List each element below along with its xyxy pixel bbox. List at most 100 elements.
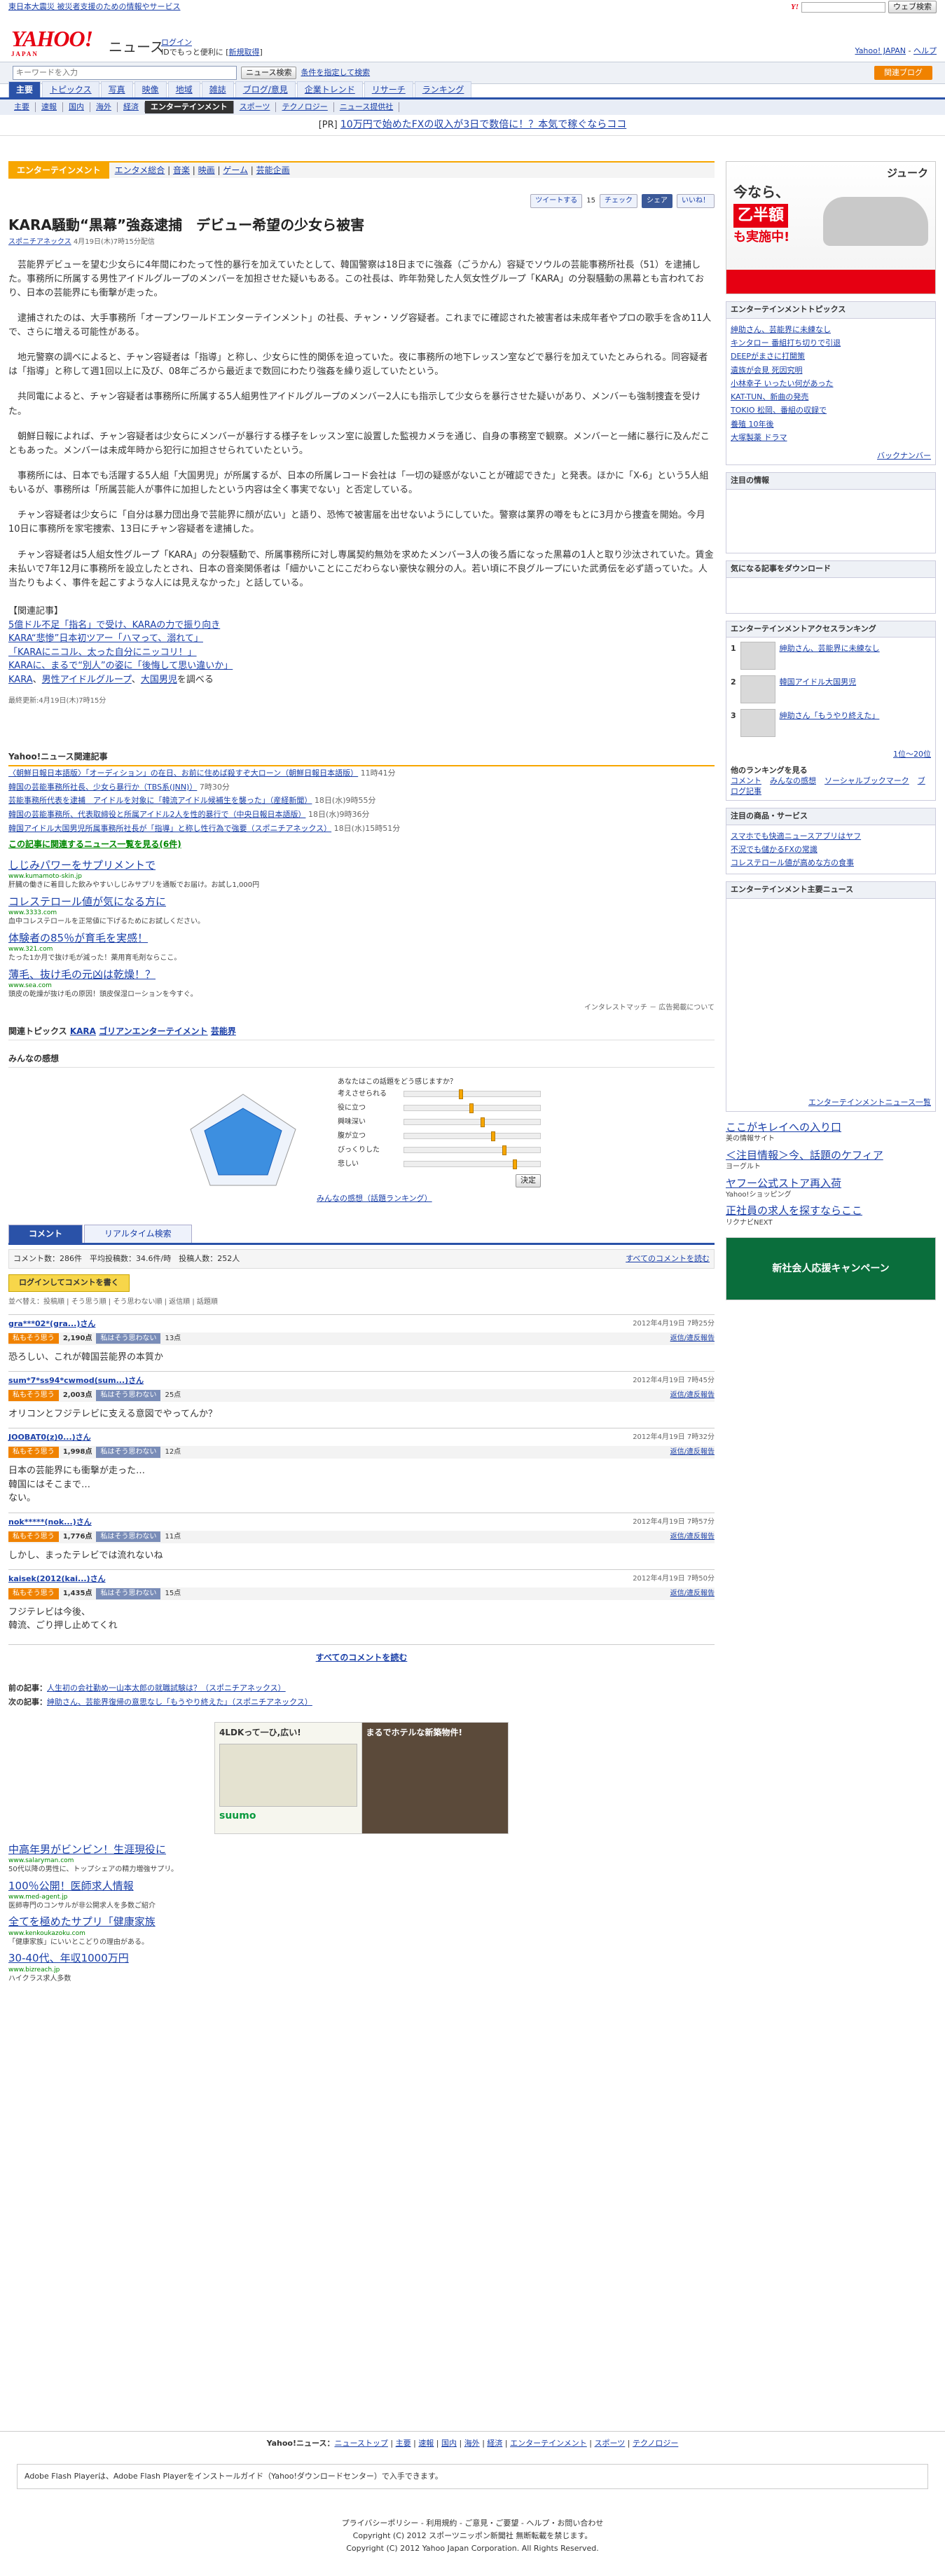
footer-nav-link[interactable]: 経済	[487, 2439, 502, 2448]
comment-tab[interactable]: リアルタイム検索	[84, 1225, 192, 1243]
topic-link[interactable]: 芸能界	[211, 1026, 236, 1036]
subnav-item[interactable]: スポーツ	[234, 102, 277, 113]
ad-title[interactable]: 薄毛、抜け毛の元凶は乾燥！？	[8, 967, 715, 982]
feel-ranking-link[interactable]: みんなの感想（話題ランキング）	[317, 1194, 432, 1203]
related-tag-link[interactable]: 大国男児	[141, 675, 177, 685]
rank-link[interactable]: 韓国アイドル大国男児	[780, 675, 856, 703]
other-ranking-link[interactable]: ソーシャルブックマーク	[825, 776, 909, 785]
prev-article-link[interactable]: 人生初の会社勤め一山本太郎の就職試験は？（スポニチアネックス）	[47, 1683, 286, 1693]
ad-title[interactable]: 体験者の85％が育毛を実感！	[8, 931, 715, 945]
category-link[interactable]: 芸能企画	[256, 165, 290, 175]
related-more-link[interactable]: この記事に関連するニュース一覧を見る(6件)	[8, 839, 181, 849]
related-tag-link[interactable]: 男性アイドルグループ	[42, 675, 132, 685]
sidebar-topic-link[interactable]: 大塚製薬 ドラマ	[731, 433, 787, 442]
yahoo-related-link[interactable]: 韓国アイドル大国男児所属事務所社長が「指導」と称し性行為で強要（スポニチアネック…	[8, 824, 331, 833]
feel-slider[interactable]	[403, 1089, 541, 1100]
rank-link[interactable]: 紳助さん「もうやり終えた」	[780, 709, 880, 737]
feel-slider[interactable]	[403, 1145, 541, 1156]
disaster-support-link[interactable]: 東日本大震災 被災者支援のための情報やサービス	[8, 2, 181, 13]
help-link[interactable]: ヘルプ	[913, 46, 937, 55]
subnav-item[interactable]: ニュース提供社	[334, 102, 400, 113]
category-link[interactable]: エンタメ総合	[115, 165, 165, 175]
sidebar-topic-link[interactable]: 小林幸子 いったい何があった	[731, 379, 834, 388]
disagree-button[interactable]: 私はそう思わない	[96, 1531, 161, 1543]
reply-link[interactable]: 返信/違反報告	[670, 1391, 715, 1400]
yahoo-related-link[interactable]: 韓国の芸能事務所、代表取締役と所属アイドル2人を性的暴行で（中央日報日本語版）	[8, 810, 305, 819]
comment-tab[interactable]: コメント	[8, 1225, 83, 1243]
feel-submit-button[interactable]: 決定	[516, 1173, 541, 1187]
footer-nav-link[interactable]: 国内	[441, 2439, 457, 2448]
show-all-comments-link[interactable]: すべてのコメントを読む	[626, 1254, 710, 1265]
ad-title[interactable]: 全てを極めたサプリ「健康家族	[8, 1915, 715, 1929]
backnumber-link[interactable]: バックナンバー	[877, 451, 931, 460]
post-comment-button[interactable]: ログインしてコメントを書く	[8, 1274, 130, 1293]
sidebar-topic-link[interactable]: KAT-TUN、新曲の発売	[731, 392, 808, 401]
sidebar-topic-link[interactable]: 紳助さん、芸能界に未練なし	[731, 325, 831, 334]
sidebar-topic-link[interactable]: TOKIO 松岡、番組の収録で	[731, 406, 827, 415]
agree-button[interactable]: 私もそう思う	[8, 1390, 59, 1401]
nav-tab[interactable]: 企業トレンド	[296, 81, 363, 97]
all-comments-link[interactable]: すべてのコメントを読む	[8, 1644, 715, 1663]
next-article-link[interactable]: 紳助さん、芸能界復帰の意思なし「もうやり終えた」（スポニチアネックス）	[47, 1697, 312, 1707]
ad-title[interactable]: しじみパワーをサプリメントで	[8, 858, 715, 872]
rank-link[interactable]: 紳助さん、芸能界に未練なし	[780, 642, 880, 670]
related-article-link[interactable]: 5億ドル不足「指名」で受け、KARAの力で振り向き	[8, 620, 220, 631]
main-news-more-link[interactable]: エンターテインメントニュース一覧	[808, 1098, 931, 1107]
web-search-button[interactable]: ウェブ検索	[888, 0, 937, 14]
rank-thumb[interactable]	[740, 709, 775, 738]
footer-links[interactable]: プライバシーポリシー - 利用規約 - ご意見・ご要望 - ヘルプ・お問い合わせ	[0, 2517, 945, 2530]
suumo-ad[interactable]: 4LDKって一ひ,広い! suumo まるでホテルな新築物件!	[214, 1721, 509, 1834]
nav-tab[interactable]: 主要	[8, 81, 41, 97]
sort-options[interactable]: 並べ替え：投稿順 | そう思う順 | そう思わない順 | 返信順 | 話題順	[8, 1297, 715, 1307]
yahoo-logo[interactable]: YAHOO! JAPAN	[11, 24, 93, 58]
comment-user[interactable]: nok*****(nok...)さん	[8, 1517, 92, 1528]
related-article-link[interactable]: KARAに、まるで“別人”の姿に「後悔して思い違いか」	[8, 661, 233, 671]
signup-link[interactable]: 新規取得	[229, 48, 260, 57]
disagree-button[interactable]: 私はそう思わない	[96, 1447, 161, 1458]
ad-title[interactable]: 正社員の求人を探すならここ	[726, 1204, 936, 1218]
login-link[interactable]: ログイン	[161, 38, 192, 47]
disagree-button[interactable]: 私はそう思わない	[96, 1390, 161, 1401]
ad-title[interactable]: ＜注目情報＞今、話題のケフィア	[726, 1148, 936, 1162]
nav-tab[interactable]: 地域	[167, 81, 200, 97]
pr-link[interactable]: 10万円で始めたFXの収入が3日で数倍に！？本気で稼ぐならココ	[340, 118, 626, 132]
footer-nav-link[interactable]: スポーツ	[595, 2439, 626, 2448]
new-employee-ad[interactable]: 新社会人応援キャンペーン	[726, 1237, 936, 1301]
sidebar-topic-link[interactable]: キンタロー 番組打ち切りで引退	[731, 338, 841, 347]
agree-button[interactable]: 私もそう思う	[8, 1531, 59, 1543]
related-blog-button[interactable]: 関連ブログ	[874, 65, 932, 81]
subnav-item[interactable]: 速報	[36, 102, 63, 113]
footer-nav-link[interactable]: 主要	[396, 2439, 411, 2448]
other-ranking-link[interactable]: コメント	[731, 776, 761, 785]
news-search-button[interactable]: ニュース検索	[241, 66, 297, 80]
ad-title[interactable]: ヤフー公式ストア再入荷	[726, 1176, 936, 1190]
pick-link[interactable]: スマホでも快適ニュースアプリはヤフ	[731, 832, 861, 841]
topic-link[interactable]: ゴリアンエンターテイメント	[99, 1026, 208, 1036]
subnav-item[interactable]: テクノロジー	[276, 102, 334, 113]
rank-thumb[interactable]	[740, 642, 775, 670]
feel-slider[interactable]	[403, 1117, 541, 1128]
category-link[interactable]: 映画	[198, 165, 215, 175]
related-tag-link[interactable]: KARA	[8, 675, 33, 685]
yahoo-top-link[interactable]: Yahoo! JAPAN	[855, 46, 906, 55]
other-ranking-link[interactable]: みんなの感想	[770, 776, 816, 785]
footer-nav-link[interactable]: エンターテインメント	[510, 2439, 587, 2448]
nav-tab[interactable]: 映像	[134, 81, 167, 97]
article-source[interactable]: スポニチアネックス	[8, 238, 71, 246]
reply-link[interactable]: 返信/違反報告	[670, 1532, 715, 1542]
agree-button[interactable]: 私もそう思う	[8, 1447, 59, 1458]
subnav-item[interactable]: 海外	[90, 102, 118, 113]
ad-title[interactable]: 中高年男がビンビン！生涯現役に	[8, 1843, 715, 1857]
like-button[interactable]: いいね！	[677, 194, 715, 208]
agree-button[interactable]: 私もそう思う	[8, 1332, 59, 1344]
yahoo-related-link[interactable]: 芸能事務所代表を逮捕 アイドルを対象に「韓流アイドル候補生を襲った」（産経新聞）	[8, 796, 312, 805]
disagree-button[interactable]: 私はそう思わない	[96, 1332, 161, 1344]
reply-link[interactable]: 返信/違反報告	[670, 1589, 715, 1599]
footer-nav-link[interactable]: テクノロジー	[633, 2439, 678, 2448]
advanced-search-link[interactable]: 条件を指定して検索	[301, 68, 370, 78]
yahoo-related-link[interactable]: 韓国の芸能事務所社長、少女ら暴行か（TBS系(JNN)）	[8, 783, 197, 792]
subnav-item[interactable]: エンターテインメント	[145, 100, 234, 114]
subnav-item[interactable]: 主要	[8, 102, 36, 113]
footer-nav-link[interactable]: ニューストップ	[334, 2439, 387, 2448]
related-article-link[interactable]: 「KARAにニコル、太った自分にニッコリ！」	[8, 647, 197, 658]
